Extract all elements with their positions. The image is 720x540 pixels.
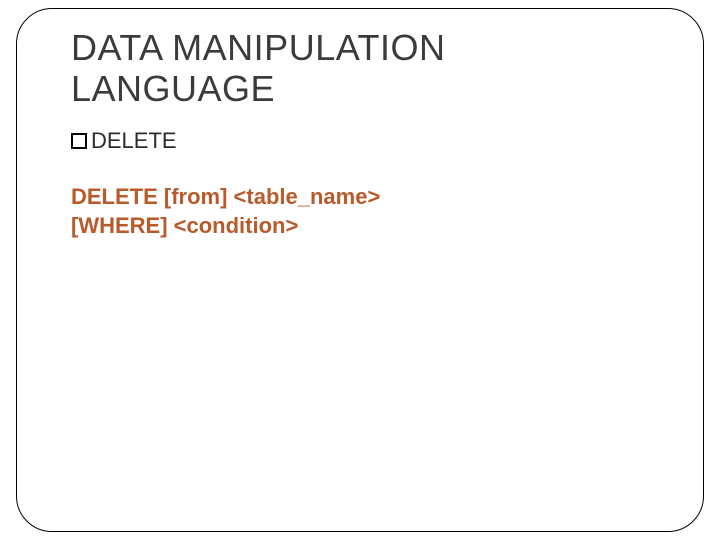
bullet-item: DELETE xyxy=(71,128,649,154)
slide-frame: DATA MANIPULATION LANGUAGE DELETE DELETE… xyxy=(16,8,704,532)
bullet-label: DELETE xyxy=(91,128,177,154)
syntax-line-2: [WHERE] <condition> xyxy=(71,211,649,241)
slide-title: DATA MANIPULATION LANGUAGE xyxy=(71,27,649,110)
square-bullet-icon xyxy=(71,133,87,149)
syntax-block: DELETE [from] <table_name> [WHERE] <cond… xyxy=(71,182,649,241)
syntax-line-1: DELETE [from] <table_name> xyxy=(71,182,649,212)
